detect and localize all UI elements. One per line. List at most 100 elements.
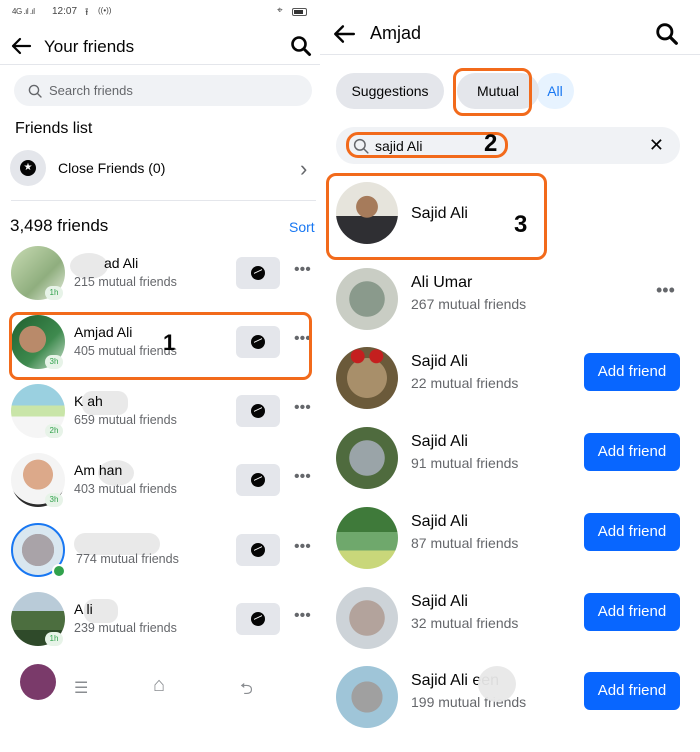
battery-icon	[292, 8, 307, 16]
result-row[interactable]: Ali Umar 267 mutual friends •••	[320, 260, 700, 340]
friend-row[interactable]: 1h ad Ali 215 mutual friends •••	[0, 241, 320, 307]
result-row[interactable]: Sajid Ali een 199 mutual friends Add fri…	[320, 658, 700, 738]
message-button[interactable]	[236, 603, 280, 635]
message-button[interactable]	[236, 534, 280, 566]
your-friends-screen: 4G .ıl .ıl 12:07 ⭱ ((•)) ⌖ Your friends …	[0, 0, 320, 752]
avatar[interactable]	[336, 507, 398, 569]
friend-count: 3,498 friends	[10, 216, 109, 235]
add-friend-button[interactable]: Add friend	[584, 513, 680, 551]
add-friend-button[interactable]: Add friend	[584, 353, 680, 391]
message-button[interactable]	[236, 395, 280, 427]
friends-list-title: Friends list	[15, 120, 93, 137]
mutual-count: 267 mutual friends	[411, 296, 527, 312]
header-divider	[320, 54, 700, 55]
chip-all[interactable]: All	[536, 73, 574, 109]
mutual-count: 403 mutual friends	[74, 482, 177, 496]
search-icon	[28, 84, 42, 98]
search-icon[interactable]	[290, 35, 312, 57]
result-name[interactable]: Ali Umar	[411, 274, 472, 292]
avatar[interactable]	[336, 427, 398, 489]
avatar[interactable]	[336, 666, 398, 728]
search-friends-input[interactable]: Search friends	[14, 75, 312, 106]
mutual-count: 239 mutual friends	[74, 621, 177, 635]
friend-name[interactable]: A li	[74, 601, 93, 617]
system-nav-bar: ☰ ⌂ ⮌	[0, 672, 320, 702]
message-button[interactable]	[236, 464, 280, 496]
online-status-dot	[52, 564, 66, 578]
messenger-icon	[251, 473, 265, 487]
upload-arrow-icon: ⭱	[85, 7, 89, 18]
home-icon[interactable]: ⌂	[153, 674, 165, 697]
status-time: 12:07	[52, 6, 78, 17]
mutual-count: 32 mutual friends	[411, 615, 519, 631]
messenger-icon	[251, 612, 265, 626]
messenger-icon	[251, 404, 265, 418]
back-arrow-icon[interactable]	[10, 35, 32, 57]
time-badge: 3h	[45, 493, 63, 507]
time-badge: 1h	[45, 286, 63, 300]
mutual-count: 22 mutual friends	[411, 375, 519, 391]
friend-name[interactable]: ad Ali	[104, 255, 138, 271]
header: Amjad	[320, 18, 700, 48]
result-row[interactable]: Sajid Ali 32 mutual friends Add friend	[320, 579, 700, 659]
mutual-count: 87 mutual friends	[411, 535, 519, 551]
close-friends-label: Close Friends (0)	[58, 160, 166, 176]
more-dots-icon[interactable]: •••	[294, 261, 311, 279]
messenger-icon	[251, 266, 265, 280]
time-badge: 1h	[45, 632, 63, 646]
blur-patch	[478, 666, 516, 702]
friend-row[interactable]: 3h Am han 403 mutual friends •••	[0, 448, 320, 514]
more-dots-icon[interactable]: •••	[294, 607, 311, 625]
highlight-box	[9, 312, 312, 380]
location-pin-icon: ⌖	[277, 5, 283, 16]
header-divider	[0, 64, 320, 65]
friend-name[interactable]: K ah	[74, 393, 103, 409]
messenger-icon	[251, 543, 265, 557]
step-number: 1	[163, 330, 176, 355]
mutual-count: 659 mutual friends	[74, 413, 177, 427]
mutual-friends-screen: Amjad Suggestions All Mutual sajid Ali ✕…	[320, 0, 700, 752]
result-name[interactable]: Sajid Ali	[411, 593, 468, 611]
add-friend-button[interactable]: Add friend	[584, 433, 680, 471]
more-dots-icon[interactable]: •••	[656, 280, 675, 301]
result-row[interactable]: Sajid Ali 22 mutual friends Add friend	[320, 339, 700, 419]
search-icon[interactable]	[655, 22, 679, 46]
result-name[interactable]: Sajid Ali	[411, 513, 468, 531]
back-arrow-icon[interactable]	[332, 22, 356, 44]
result-name[interactable]: Sajid Ali	[411, 353, 468, 371]
close-icon[interactable]: ✕	[649, 135, 664, 156]
star-icon: ★	[10, 150, 46, 186]
message-button[interactable]	[236, 257, 280, 289]
chip-suggestions[interactable]: Suggestions	[336, 73, 444, 109]
add-friend-button[interactable]: Add friend	[584, 593, 680, 631]
page-title: Your friends	[44, 37, 135, 56]
status-bar: 4G .ıl .ıl 12:07 ⭱ ((•)) ⌖	[0, 0, 320, 26]
friend-row[interactable]: 2h K ah 659 mutual friends •••	[0, 379, 320, 445]
friend-name[interactable]: Am han	[74, 462, 122, 478]
avatar[interactable]	[336, 268, 398, 330]
highlight-box	[453, 68, 532, 116]
search-placeholder: Search friends	[49, 83, 133, 98]
result-row[interactable]: Sajid Ali 91 mutual friends Add friend	[320, 419, 700, 499]
divider	[11, 200, 316, 201]
result-row[interactable]: Sajid Ali 87 mutual friends Add friend	[320, 499, 700, 579]
menu-icon[interactable]: ☰	[74, 678, 88, 698]
friend-row[interactable]: 1h A li 239 mutual friends •••	[0, 587, 320, 653]
signal-icon: 4G .ıl .ıl	[12, 7, 35, 16]
more-dots-icon[interactable]: •••	[294, 468, 311, 486]
friend-row[interactable]: 774 mutual friends •••	[0, 518, 320, 584]
avatar[interactable]	[336, 587, 398, 649]
add-friend-button[interactable]: Add friend	[584, 672, 680, 710]
header: Your friends	[0, 32, 320, 60]
avatar[interactable]	[336, 347, 398, 409]
mutual-count: 774 mutual friends	[76, 552, 179, 566]
result-name[interactable]: Sajid Ali	[411, 433, 468, 451]
page-title: Amjad	[370, 23, 422, 43]
sort-button[interactable]: Sort	[289, 219, 315, 235]
mutual-count: 91 mutual friends	[411, 455, 519, 471]
back-nav-icon[interactable]: ⮌	[240, 678, 253, 705]
more-dots-icon[interactable]: •••	[294, 399, 311, 417]
step-number: 2	[484, 130, 498, 157]
close-friends-item[interactable]: ★ Close Friends (0) ›	[10, 148, 315, 188]
more-dots-icon[interactable]: •••	[294, 538, 311, 556]
